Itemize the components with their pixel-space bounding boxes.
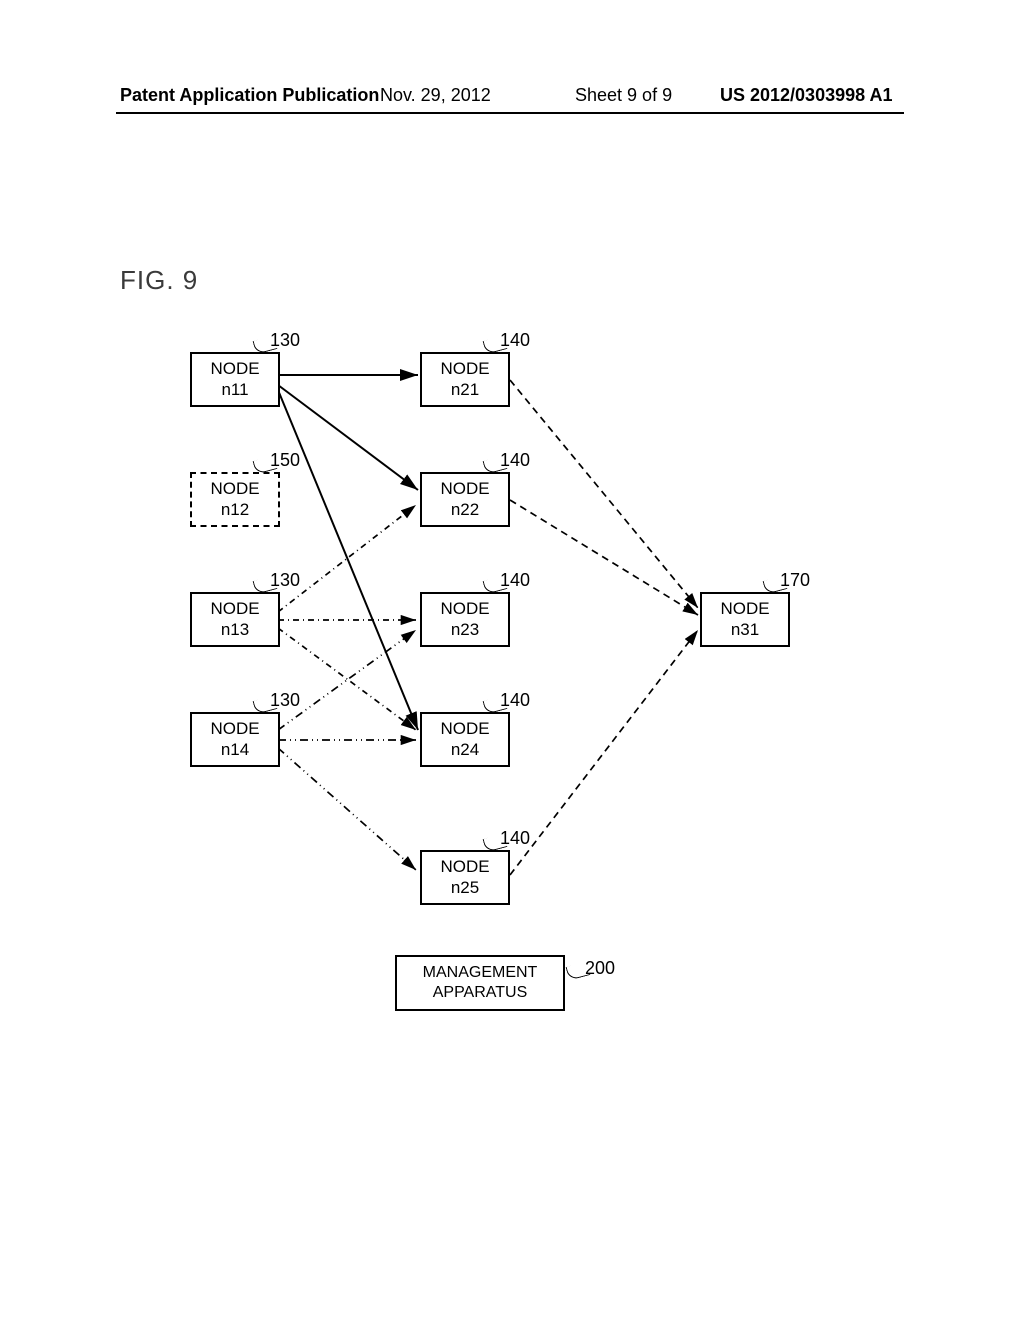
mgmt-label-1: MANAGEMENT xyxy=(397,963,563,983)
node-n22: NODE n22 xyxy=(420,472,510,527)
node-id: n22 xyxy=(422,499,508,520)
node-label: NODE xyxy=(192,598,278,619)
node-label: NODE xyxy=(422,478,508,499)
node-id: n14 xyxy=(192,739,278,760)
node-label: NODE xyxy=(422,358,508,379)
node-label: NODE xyxy=(422,598,508,619)
node-id: n31 xyxy=(702,619,788,640)
node-n11: NODE n11 xyxy=(190,352,280,407)
ref-management: 200 xyxy=(585,958,615,979)
node-label: NODE xyxy=(192,358,278,379)
node-label: NODE xyxy=(192,478,278,499)
publication-type: Patent Application Publication xyxy=(120,85,379,106)
connections-svg xyxy=(150,330,800,1050)
node-n31: NODE n31 xyxy=(700,592,790,647)
node-label: NODE xyxy=(422,856,508,877)
publication-date: Nov. 29, 2012 xyxy=(380,85,491,106)
publication-number: US 2012/0303998 A1 xyxy=(720,85,892,106)
node-n13: NODE n13 xyxy=(190,592,280,647)
node-id: n25 xyxy=(422,877,508,898)
node-id: n11 xyxy=(192,379,278,400)
node-n14: NODE n14 xyxy=(190,712,280,767)
node-id: n13 xyxy=(192,619,278,640)
node-id: n23 xyxy=(422,619,508,640)
node-n24: NODE n24 xyxy=(420,712,510,767)
figure-label: FIG. 9 xyxy=(120,265,198,296)
node-label: NODE xyxy=(702,598,788,619)
node-label: NODE xyxy=(192,718,278,739)
figure-diagram: NODE n11 130 NODE n12 150 NODE n13 130 N… xyxy=(150,330,800,1050)
sheet-number: Sheet 9 of 9 xyxy=(575,85,672,106)
node-id: n24 xyxy=(422,739,508,760)
node-n12: NODE n12 xyxy=(190,472,280,527)
node-id: n21 xyxy=(422,379,508,400)
header-rule xyxy=(116,112,904,114)
node-n23: NODE n23 xyxy=(420,592,510,647)
mgmt-label-2: APPARATUS xyxy=(397,983,563,1003)
node-n21: NODE n21 xyxy=(420,352,510,407)
management-apparatus: MANAGEMENT APPARATUS xyxy=(395,955,565,1011)
node-label: NODE xyxy=(422,718,508,739)
node-n25: NODE n25 xyxy=(420,850,510,905)
node-id: n12 xyxy=(192,499,278,520)
